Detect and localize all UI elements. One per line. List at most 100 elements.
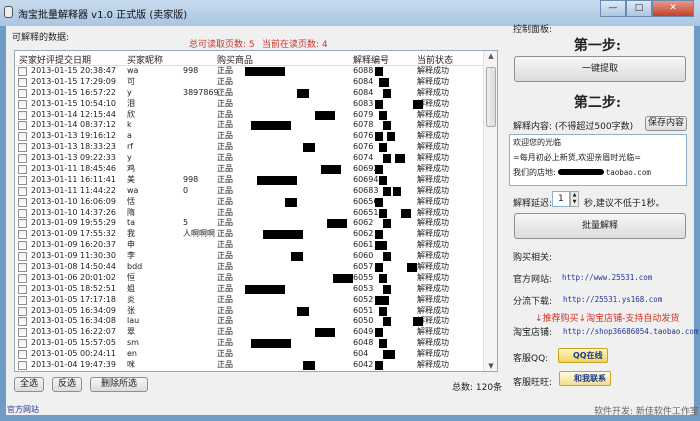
shop-url-link[interactable]: http://shop36686054.taobao.com [563, 327, 698, 336]
row-checkbox[interactable] [18, 252, 27, 262]
table-row[interactable]: 2013-01-09 11:30:30 李 正品 6060 解释成功 [15, 251, 485, 262]
table-row[interactable]: 2013-01-05 17:17:18 炎 正品 6052 解释成功 [15, 295, 485, 306]
select-all-button[interactable]: 全选 [14, 377, 44, 392]
row-checkbox[interactable] [18, 110, 27, 120]
table-row[interactable]: 2013-01-06 20:01:02 恒 正品 6055 解释成功 [15, 273, 485, 284]
table-row[interactable]: 2013-01-14 12:15:44 欣 正品 6079 解释成功 [15, 110, 485, 121]
row-nick: lau [127, 316, 140, 326]
table-row[interactable]: 2013-01-09 17:55:32 我 人啊啊啊 正品 6062 解释成功 [15, 229, 485, 240]
delay-input[interactable]: 1 [552, 191, 570, 207]
scroll-down-icon[interactable]: ▼ [484, 362, 497, 370]
row-checkbox[interactable] [18, 284, 27, 294]
col-code[interactable]: 解释编号 [353, 53, 389, 66]
row-code: 60694 [353, 174, 379, 184]
redaction [251, 121, 291, 131]
row-status: 解释成功 [417, 109, 449, 119]
row-status: 解释成功 [417, 142, 449, 152]
table-row[interactable]: 2013-01-11 16:11:41 美 998 正品 60694 解释成功 [15, 175, 485, 186]
col-nick[interactable]: 买家昵称 [127, 53, 163, 66]
table-row[interactable]: 2013-01-15 20:38:47 wa 998 正品 6088 解释成功 [15, 66, 485, 77]
scroll-up-icon[interactable]: ▲ [484, 52, 497, 60]
row-checkbox[interactable] [18, 143, 27, 153]
delete-selected-button[interactable]: 删除所选 [90, 377, 148, 392]
row-nick: 咪 [127, 360, 135, 370]
table-row[interactable]: 2013-01-05 16:22:07 翠 正品 6049 解释成功 [15, 327, 485, 338]
row-checkbox[interactable] [18, 306, 27, 316]
redaction [375, 197, 383, 207]
row-checkbox[interactable] [18, 317, 27, 327]
table-row[interactable]: 2013-01-09 16:20:37 申 正品 6061 解释成功 [15, 240, 485, 251]
table-row[interactable]: 2013-01-14 08:37:12 k 正品 6078 解释成功 [15, 120, 485, 131]
table-row[interactable]: 2013-01-08 14:50:44 bdd 正品 6057 解释成功 [15, 262, 485, 273]
row-checkbox[interactable] [18, 132, 27, 142]
save-content-button[interactable]: 保存内容 [645, 116, 687, 131]
row-date: 2013-01-13 09:22:33 [31, 153, 116, 163]
row-checkbox[interactable] [18, 273, 27, 283]
delay-spinner[interactable]: ▲ ▼ [570, 191, 579, 207]
col-date[interactable]: 买家好评提交日期 [19, 53, 91, 66]
fetch-button[interactable]: 一键提取 [514, 56, 686, 82]
row-checkbox[interactable] [18, 263, 27, 273]
row-checkbox[interactable] [18, 328, 27, 338]
row-checkbox[interactable] [18, 121, 27, 131]
table-row[interactable]: 2013-01-10 16:06:09 恬 正品 60656 解释成功 [15, 197, 485, 208]
batch-explain-button[interactable]: 批量解释 [514, 213, 686, 239]
close-button[interactable]: ✕ [652, 0, 694, 17]
table-row[interactable]: 2013-01-11 18:45:46 鸡 正品 60692 解释成功 [15, 164, 485, 175]
row-checkbox[interactable] [18, 219, 27, 229]
invert-selection-button[interactable]: 反选 [52, 377, 82, 392]
table-row[interactable]: 2013-01-05 18:52:51 姐 正品 6053 解释成功 [15, 284, 485, 295]
minimize-button[interactable]: — [600, 0, 626, 17]
table-row[interactable]: 2013-01-13 19:16:12 a 正品 6076 解释成功 [15, 131, 485, 142]
table-row[interactable]: 2013-01-05 16:34:09 张 正品 6051 解释成功 [15, 306, 485, 317]
row-checkbox[interactable] [18, 67, 27, 76]
table-row[interactable]: 2013-01-11 11:44:22 wa 0 正品 60683 解释成功 [15, 186, 485, 197]
table-row[interactable]: 2013-01-15 16:57:22 y 3897869 正品 6084 解释… [15, 88, 485, 99]
row-checkbox[interactable] [18, 230, 27, 240]
row-checkbox[interactable] [18, 88, 27, 98]
qq-online-badge[interactable]: QQ在线 [558, 348, 608, 363]
table-row[interactable]: 2013-01-05 00:24:11 en 正品 604 解释成功 [15, 349, 485, 360]
site-url-link[interactable]: http://www.25531.com [562, 273, 652, 282]
row-checkbox[interactable] [18, 165, 27, 175]
row-checkbox[interactable] [18, 175, 27, 185]
row-checkbox[interactable] [18, 197, 27, 207]
maximize-button[interactable]: □ [626, 0, 652, 17]
table-row[interactable]: 2013-01-15 10:54:10 泪 正品 6083 解释成功 [15, 99, 485, 110]
redaction [383, 154, 391, 164]
content-textarea[interactable]: 欢迎您的光临 =每月初必上新货,欢迎亲眉时光临= 我们的店地: taobao.co… [509, 134, 687, 186]
row-checkbox[interactable] [18, 154, 27, 164]
row-checkbox[interactable] [18, 208, 27, 218]
row-checkbox[interactable] [18, 350, 27, 360]
row-date: 2013-01-11 18:45:46 [31, 164, 116, 174]
row-checkbox[interactable] [18, 99, 27, 109]
data-list[interactable]: 买家好评提交日期 买家昵称 购买商品 解释编号 当前状态 2013-01-15 … [14, 50, 498, 372]
wangwang-contact-badge[interactable]: 和我联系 [559, 371, 611, 386]
table-row[interactable]: 2013-01-04 19:47:39 咪 正品 6042 解释成功 [15, 360, 485, 371]
redaction [315, 110, 335, 120]
table-row[interactable]: 2013-01-13 09:22:33 y 正品 6074 解释成功 [15, 153, 485, 164]
row-checkbox[interactable] [18, 361, 27, 371]
table-row[interactable]: 2013-01-09 19:55:29 ta 5 正品 6062 解释成功 [15, 218, 485, 229]
row-nick: 鸡 [127, 164, 135, 174]
table-row[interactable]: 2013-01-05 16:34:08 lau 正品 6050 解释成功 [15, 316, 485, 327]
table-row[interactable]: 2013-01-05 15:57:05 sm 正品 6048 解释成功 [15, 338, 485, 349]
official-site-link[interactable]: 官方网站 [7, 404, 39, 415]
scroll-thumb[interactable] [486, 67, 496, 127]
row-checkbox[interactable] [18, 77, 27, 87]
row-checkbox[interactable] [18, 241, 27, 251]
row-checkbox[interactable] [18, 295, 27, 305]
table-row[interactable]: 2013-01-15 17:29:09 可 正品 6084 解释成功 [15, 77, 485, 88]
table-row[interactable]: 2013-01-13 18:33:23 rf 正品 6076 解释成功 [15, 142, 485, 153]
col-status[interactable]: 当前状态 [417, 53, 453, 66]
redaction [557, 169, 604, 175]
mirror-url-link[interactable]: http://25531.ys168.com [563, 295, 662, 304]
row-checkbox[interactable] [18, 339, 27, 349]
row-date: 2013-01-10 16:06:09 [31, 196, 116, 206]
vertical-scrollbar[interactable]: ▲ ▼ [483, 51, 497, 371]
col-item[interactable]: 购买商品 [217, 53, 253, 66]
row-checkbox[interactable] [18, 186, 27, 196]
row-nick: en [127, 349, 137, 359]
list-header: 买家好评提交日期 买家昵称 购买商品 解释编号 当前状态 [15, 51, 485, 66]
table-row[interactable]: 2013-01-10 14:37:26 隋 正品 60651 解释成功 [15, 208, 485, 219]
